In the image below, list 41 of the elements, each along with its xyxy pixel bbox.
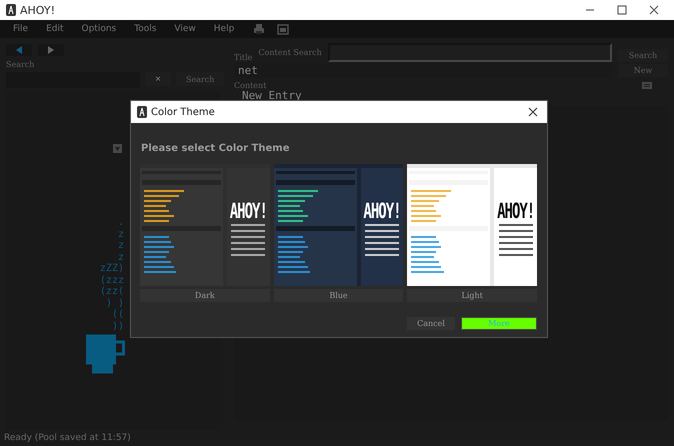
window-title: AHOY! — [20, 4, 56, 16]
left-triangle-icon — [15, 46, 23, 54]
keyboard-icon[interactable] — [642, 82, 652, 88]
theme-button[interactable]: Light — [407, 289, 538, 302]
menu-item[interactable]: Options — [74, 24, 124, 34]
forward-button[interactable] — [38, 44, 64, 56]
content-text: New Entry — [242, 90, 303, 102]
close-icon — [649, 5, 659, 15]
title-label: Title — [234, 53, 252, 62]
close-icon — [528, 107, 538, 117]
menu-item[interactable]: View — [167, 24, 203, 34]
theme-preview-drawing[interactable]: AHOY! — [274, 164, 404, 286]
dropdown-icon[interactable] — [113, 144, 122, 153]
content-search-label: Content Search — [258, 48, 322, 57]
dialog-title: Color Theme — [151, 106, 216, 118]
printer-icon[interactable] — [253, 23, 266, 35]
preview-logo: AHOY! — [230, 200, 267, 224]
app-icon — [137, 106, 147, 118]
content-search-field[interactable] — [328, 43, 612, 62]
theme-button[interactable]: Blue — [274, 289, 404, 302]
dialog-heading: Please select Color Theme — [141, 143, 290, 154]
status-text: Ready (Pool saved at 11:57) — [4, 433, 131, 443]
content-label: Content — [234, 81, 266, 90]
preview-logo: AHOY! — [363, 200, 401, 224]
menu-item[interactable]: File — [6, 24, 36, 34]
theme-button[interactable]: Dark — [140, 289, 270, 302]
menu-item[interactable]: Tools — [127, 24, 164, 34]
calendar-icon[interactable] — [277, 23, 290, 35]
cup-icon — [86, 334, 128, 374]
theme-preview-drawing[interactable]: AHOY! — [140, 164, 270, 286]
theme-preview-drawing[interactable]: AHOY! — [407, 164, 538, 286]
preview-logo: AHOY! — [497, 200, 534, 224]
cancel-button[interactable]: Cancel — [407, 317, 455, 330]
steam-art: . z z z zZZ) (zzz (zz( ) ) (( )) — [100, 217, 124, 332]
menu-item[interactable]: Edit — [39, 24, 70, 34]
search-label: Search — [6, 60, 36, 69]
right-triangle-icon — [47, 46, 55, 54]
menu-item[interactable]: Help — [206, 24, 242, 34]
app-icon — [6, 4, 16, 16]
back-button[interactable] — [6, 44, 32, 56]
maximize-icon — [617, 5, 627, 15]
